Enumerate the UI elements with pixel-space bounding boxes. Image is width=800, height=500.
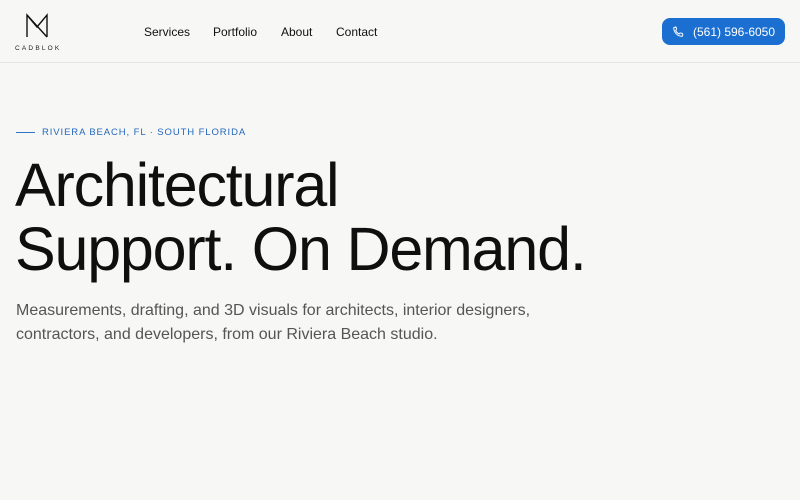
nav-link-portfolio[interactable]: Portfolio [213, 24, 257, 40]
site-header: CADBLOK Services Portfolio About Contact… [0, 0, 800, 63]
nav-link-contact[interactable]: Contact [336, 24, 377, 40]
hero-subtitle: Measurements, drafting, and 3D visuals f… [16, 302, 531, 343]
phone-icon [673, 26, 684, 37]
logo-text: CADBLOK [15, 45, 62, 52]
headline-line-1: Architectural [15, 151, 340, 219]
call-button[interactable]: (561) 596-6050 [662, 18, 785, 45]
headline-line-2: Support. On Demand. [15, 215, 587, 283]
phone-number: (561) 596-6050 [692, 24, 776, 39]
hero-headline: Architectural Support. On Demand. [15, 153, 715, 281]
nav-link-services[interactable]: Services [144, 24, 190, 40]
logo[interactable]: CADBLOK [15, 11, 61, 57]
nav-link-about[interactable]: About [281, 24, 312, 40]
eyebrow-divider [16, 131, 35, 133]
location-eyebrow: RIVIERA BEACH, FL · SOUTH FLORIDA [16, 125, 246, 139]
logo-mark-icon [26, 13, 48, 38]
eyebrow-text: RIVIERA BEACH, FL · SOUTH FLORIDA [42, 126, 247, 138]
